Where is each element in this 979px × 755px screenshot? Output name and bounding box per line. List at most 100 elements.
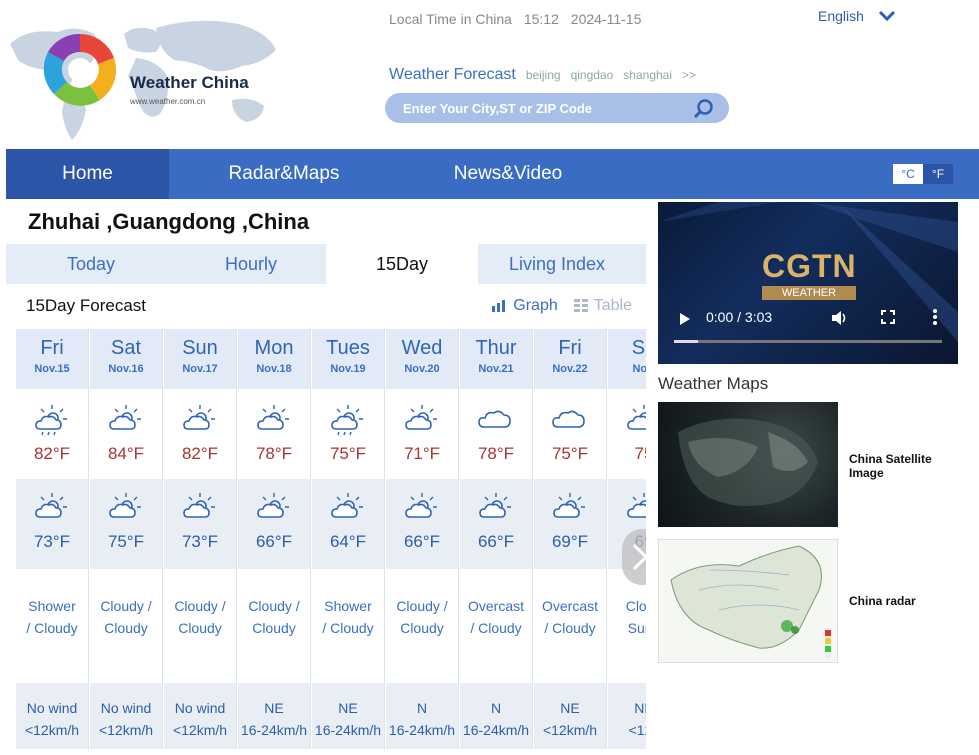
weather-video-player[interactable]: CGTN WEATHER 0:00 / 3:03 [658,202,958,364]
day-header: Sa Nov. [608,329,646,389]
night-cell: 75°F [90,479,162,569]
wind-cell: N 16-24km/h [386,683,458,749]
forecast-day-column[interactable]: Tues Nov.19 75°F 64°F Shower / Cloudy NE 16-24k… [312,329,385,749]
satellite-image [678,418,818,506]
condition-cell: Cloudy / Cloudy [164,569,236,683]
condition-cell: Overcast / Cloudy [460,569,532,683]
search-icon[interactable] [693,98,715,120]
table-view-button[interactable]: Table [573,297,632,315]
tab-living-index[interactable]: Living Index [478,244,636,284]
tab-today[interactable]: Today [6,244,176,284]
forecast-subtitle: 15Day Forecast [26,296,146,315]
day-header: Wed Nov.20 [386,329,458,389]
low-temp: 73°F [33,532,71,551]
tab-hourly[interactable]: Hourly [176,244,326,284]
wind-cell: NE <12k [608,683,646,749]
wind-cell: No wind <12km/h [16,683,88,749]
forecast-day-column[interactable]: Sun Nov.17 82°F 73°F Cloudy / Cloudy No wind <1… [164,329,237,749]
partly-cloudy-icon [35,493,67,518]
low-temp: 69°F [551,532,589,551]
partly-cloudy-icon [331,493,363,518]
day-name: Tues [326,337,370,359]
condition-line-1: Cloudy / [174,598,226,614]
forecast-day-column[interactable]: Thur Nov.21 78°F 66°F Overcast / Cloudy N 16-24… [460,329,533,749]
partly-cloudy-icon [183,493,215,518]
chevron-right-icon [632,543,646,571]
low-temp: 66°F [255,532,293,551]
video-time: 0:00 / 3:03 [706,309,773,325]
day-header: Thur Nov.21 [460,329,532,389]
partly-cloudy-icon [553,493,585,518]
weather-maps-title: Weather Maps [658,374,769,393]
condition-cell: Cloudy / Cloudy [386,569,458,683]
video-progress-bar[interactable] [674,340,942,343]
china-satellite-thumbnail[interactable] [658,402,838,527]
play-icon[interactable] [678,311,692,327]
wind-cell: NE <12km/h [534,683,606,749]
day-header: Mon Nov.18 [238,329,310,389]
wind-direction: No wind [100,700,152,716]
wind-speed: <12km/h [172,722,228,738]
shower-icon [331,405,363,436]
wind-speed: 16-24km/h [462,722,530,738]
nav-radar-maps[interactable]: Radar&Maps [169,149,399,199]
wind-cell: NE 16-24km/h [312,683,384,749]
day-name: Sat [110,337,142,359]
forecast-day-column[interactable]: Mon Nov.18 78°F 66°F Cloudy / Cloudy NE 16-24km… [238,329,311,749]
high-temp: 75°F [551,444,589,463]
quick-link-beijing[interactable]: beijing [526,68,561,82]
nav-news-video[interactable]: News&Video [399,149,617,199]
wind-speed: 16-24km/h [240,722,308,738]
forecast-day-column[interactable]: Wed Nov.20 71°F 66°F Cloudy / Cloudy N 16-24km/… [386,329,459,749]
wind-speed: 16-24km/h [314,722,382,738]
language-selector[interactable]: English [818,8,896,24]
fullscreen-icon[interactable] [880,309,896,325]
day-date: Nov.21 [478,363,514,375]
volume-icon[interactable] [830,309,848,327]
day-name: Mon [254,337,294,359]
forecast-day-column[interactable]: Fri Nov.22 75°F 69°F Overcast / Cloudy NE <12km… [534,329,607,749]
next-days-button[interactable] [622,529,646,585]
night-cell: 66°F [386,479,458,569]
china-satellite-label[interactable]: China Satellite Image [849,452,958,480]
forecast-day-column[interactable]: Sat Nov.16 84°F 75°F Cloudy / Cloudy No wind <1… [90,329,163,749]
night-cell: 66°F [238,479,310,569]
condition-line-2: / Cloudy [26,620,78,636]
china-radar-label[interactable]: China radar [849,594,916,608]
high-temp: 78°F [255,444,293,463]
partly-cloudy-icon [479,493,511,518]
night-cell: 73°F [164,479,236,569]
condition-cell: Cloud Sunn [608,569,646,683]
forecast-day-column[interactable]: Fri Nov.15 82°F 73°F Shower / Cloudy No wind <1… [16,329,89,749]
condition-line-2: / Cloudy [470,620,522,636]
quick-link-qingdao[interactable]: qingdao [571,68,614,82]
quick-link-shanghai[interactable]: shanghai [623,68,672,82]
local-time-value: 15:12 [523,11,559,27]
daytime-cell: 75°F [312,389,384,479]
cgtn-weather-label: WEATHER [762,286,856,300]
condition-line-1: Cloudy / [100,598,152,614]
graph-view-label: Graph [513,297,558,314]
view-switch: Graph Table [491,297,632,315]
low-temp: 64°F [329,532,367,551]
day-name: Fri [40,337,64,359]
wind-direction: NE [560,700,580,716]
unit-celsius-button[interactable]: °C [893,164,923,184]
city-search-input[interactable] [403,100,683,116]
wind-direction: N [490,700,502,716]
nav-home[interactable]: Home [6,149,169,199]
chevron-down-icon [878,10,895,22]
unit-fahrenheit-button[interactable]: °F [923,164,953,184]
main-nav: Home Radar&Maps News&Video °C °F [6,149,979,199]
china-radar-thumbnail[interactable] [658,539,838,663]
more-options-icon[interactable] [932,308,938,326]
day-header: Sat Nov.16 [90,329,162,389]
site-logo[interactable]: Weather China www.weather.com.cn [6,10,282,145]
quick-link-more[interactable]: >> [682,68,696,82]
location-title: Zhuhai ,Guangdong ,China [28,209,310,234]
tab-15day[interactable]: 15Day [326,244,478,284]
video-controls: 0:00 / 3:03 [658,304,958,334]
svg-text:Weather China: Weather China [130,73,249,92]
graph-view-button[interactable]: Graph [491,297,558,315]
low-temp: 75°F [107,532,145,551]
